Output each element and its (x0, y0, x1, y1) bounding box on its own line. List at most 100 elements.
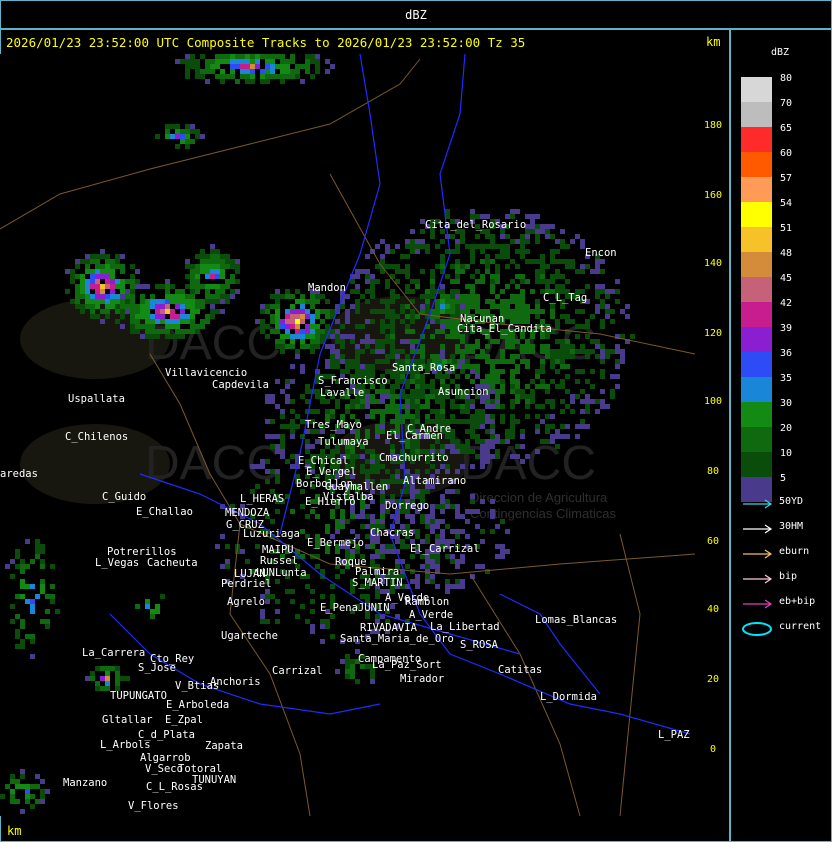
echo-pixel (340, 519, 345, 524)
radar-map[interactable]: DACC DACC DACC DACC Direccion de Agricul… (0, 54, 730, 816)
echo-pixel (480, 444, 485, 449)
echo-pixel (195, 279, 200, 284)
echo-pixel (335, 354, 340, 359)
legend-swatch (741, 127, 772, 152)
echo-pixel (390, 409, 395, 414)
echo-pixel (325, 409, 330, 414)
echo-pixel (495, 404, 500, 409)
echo-pixel (550, 424, 555, 429)
echo-pixel (20, 559, 25, 564)
echo-pixel (585, 354, 590, 359)
echo-pixel (290, 454, 295, 459)
echo-pixel (205, 269, 210, 274)
echo-pixel (490, 279, 495, 284)
echo-pixel (270, 59, 275, 64)
place-label: Asuncion (438, 386, 489, 398)
echo-pixel (360, 594, 365, 599)
echo-pixel (495, 524, 500, 529)
echo-pixel (455, 239, 460, 244)
echo-pixel (105, 254, 110, 259)
place-label: L_Dormida (540, 691, 597, 703)
echo-pixel (370, 514, 375, 519)
echo-pixel (160, 329, 165, 334)
echo-pixel (30, 599, 35, 604)
echo-pixel (240, 74, 245, 79)
echo-pixel (345, 654, 350, 659)
echo-pixel (220, 269, 225, 274)
echo-pixel (230, 264, 235, 269)
legend-swatch (741, 77, 772, 102)
echo-pixel (300, 529, 305, 534)
echo-pixel (230, 64, 235, 69)
echo-pixel (510, 294, 515, 299)
echo-pixel (230, 69, 235, 74)
echo-pixel (285, 294, 290, 299)
echo-pixel (395, 469, 400, 474)
echo-pixel (200, 249, 205, 254)
echo-pixel (500, 544, 505, 549)
echo-pixel (395, 424, 400, 429)
echo-pixel (165, 284, 170, 289)
echo-pixel (280, 79, 285, 84)
echo-pixel (485, 264, 490, 269)
echo-pixel (235, 289, 240, 294)
echo-pixel (600, 304, 605, 309)
echo-pixel (470, 289, 475, 294)
echo-pixel (540, 254, 545, 259)
echo-pixel (200, 69, 205, 74)
echo-pixel (450, 319, 455, 324)
echo-pixel (300, 329, 305, 334)
echo-pixel (575, 369, 580, 374)
echo-pixel (435, 299, 440, 304)
echo-pixel (55, 609, 60, 614)
echo-pixel (500, 439, 505, 444)
echo-pixel (310, 609, 315, 614)
echo-pixel (450, 559, 455, 564)
legend-swatch (741, 377, 772, 402)
echo-pixel (415, 574, 420, 579)
echo-pixel (565, 329, 570, 334)
echo-pixel (285, 384, 290, 389)
echo-pixel (195, 289, 200, 294)
echo-pixel (445, 444, 450, 449)
echo-pixel (305, 324, 310, 329)
echo-pixel (610, 349, 615, 354)
echo-pixel (415, 404, 420, 409)
echo-pixel (495, 399, 500, 404)
echo-pixel (280, 439, 285, 444)
echo-pixel (195, 134, 200, 139)
echo-pixel (395, 419, 400, 424)
place-label: Dorrego (385, 500, 429, 512)
echo-pixel (260, 309, 265, 314)
echo-pixel (490, 429, 495, 434)
echo-pixel (120, 269, 125, 274)
echo-pixel (135, 304, 140, 309)
echo-pixel (15, 614, 20, 619)
echo-pixel (480, 539, 485, 544)
echo-pixel (465, 349, 470, 354)
echo-pixel (160, 309, 165, 314)
echo-pixel (450, 414, 455, 419)
echo-pixel (385, 334, 390, 339)
place-label: S_Jose (138, 662, 176, 674)
echo-pixel (260, 319, 265, 324)
echo-pixel (255, 64, 260, 69)
echo-pixel (325, 399, 330, 404)
place-label: C_L_Tag (543, 292, 587, 304)
echo-pixel (355, 454, 360, 459)
echo-pixel (20, 644, 25, 649)
echo-pixel (570, 409, 575, 414)
echo-pixel (345, 449, 350, 454)
echo-pixel (425, 399, 430, 404)
echo-pixel (580, 389, 585, 394)
echo-pixel (375, 594, 380, 599)
echo-pixel (280, 64, 285, 69)
echo-pixel (350, 509, 355, 514)
echo-pixel (150, 304, 155, 309)
echo-pixel (265, 479, 270, 484)
echo-pixel (205, 59, 210, 64)
echo-pixel (275, 299, 280, 304)
echo-pixel (385, 389, 390, 394)
echo-pixel (170, 124, 175, 129)
echo-pixel (380, 414, 385, 419)
